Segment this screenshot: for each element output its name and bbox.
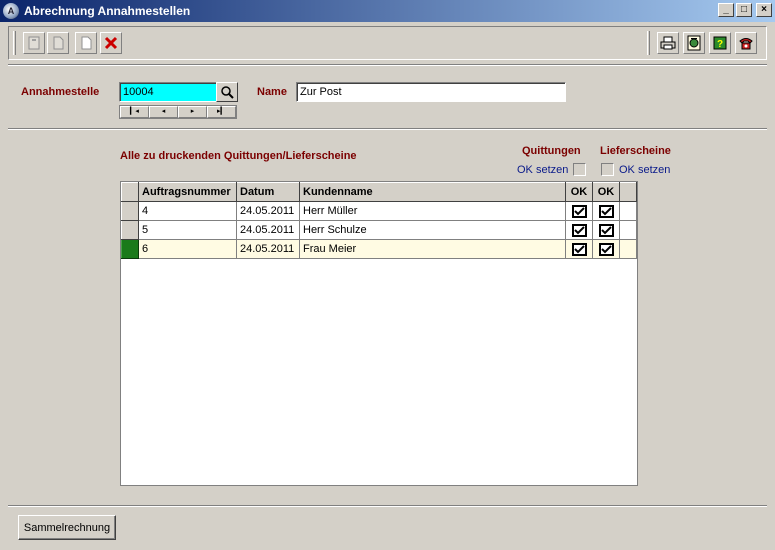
cell-kundenname[interactable]: Herr Schulze [299, 220, 566, 240]
toolbar: ? [8, 26, 767, 60]
search-icon [221, 86, 234, 99]
ok-quittung-checkbox[interactable] [571, 204, 587, 218]
annahmestelle-field[interactable]: 10004 [119, 82, 217, 102]
column-header-auftragsnummer[interactable]: Auftragsnummer [138, 182, 237, 202]
quittungen-ok-checkbox[interactable] [573, 163, 586, 176]
ok-lieferschein-checkbox[interactable] [598, 242, 614, 256]
separator-middle [8, 128, 767, 130]
ok-lieferschein-checkbox[interactable] [598, 223, 614, 237]
quittungen-ok-label: OK setzen [517, 164, 569, 176]
new-document-button[interactable] [23, 32, 45, 54]
help-button[interactable]: ? [709, 32, 731, 54]
printer-icon [660, 36, 676, 50]
cell-ok-quittung[interactable] [565, 239, 593, 259]
lieferscheine-label: Lieferscheine [600, 145, 671, 157]
delete-x-icon [104, 36, 118, 50]
sammelrechnung-button[interactable]: Sammelrechnung [18, 515, 116, 540]
column-header-kundenname[interactable]: Kundenname [299, 182, 566, 202]
cell-spacer [619, 201, 637, 221]
phone-icon [739, 38, 753, 50]
lieferscheine-ok-label: OK setzen [619, 164, 671, 176]
cell-ok-lieferschein[interactable] [592, 201, 620, 221]
help-icon: ? [713, 36, 727, 50]
annahmestelle-label: Annahmestelle [21, 86, 100, 98]
separator-bottom [8, 505, 767, 507]
ok-lieferschein-checkbox[interactable] [598, 204, 614, 218]
window-controls: _ □ × [718, 3, 772, 17]
maximize-button[interactable]: □ [736, 3, 752, 17]
copy-document-button[interactable] [47, 32, 69, 54]
cell-spacer [619, 239, 637, 259]
cell-spacer [619, 220, 637, 240]
cell-auftragsnummer[interactable]: 4 [138, 201, 237, 221]
table-header-row: Auftragsnummer Datum Kundenname OK OK [121, 182, 637, 202]
title-bar: A Abrechnung Annahmestellen _ □ × [0, 0, 775, 22]
lieferscheine-ok-checkbox[interactable] [601, 163, 614, 176]
nav-first-button[interactable]: ▎◂ [120, 106, 149, 118]
cell-datum[interactable]: 24.05.2011 [236, 201, 300, 221]
nav-next-button[interactable]: ▸ [178, 106, 207, 118]
close-window-button[interactable]: × [756, 3, 772, 17]
orders-table: Auftragsnummer Datum Kundenname OK OK 4 … [121, 182, 637, 259]
table-row[interactable]: 5 24.05.2011 Herr Schulze [121, 220, 637, 240]
annahmestelle-search-button[interactable] [216, 82, 238, 102]
minimize-button[interactable]: _ [718, 3, 734, 17]
print-button[interactable] [657, 32, 679, 54]
cell-ok-quittung[interactable] [565, 220, 593, 240]
toolbar-grip-right [647, 31, 650, 55]
separator-top [8, 64, 767, 66]
cell-auftragsnummer[interactable]: 5 [138, 220, 237, 240]
cell-auftragsnummer[interactable]: 6 [138, 239, 237, 259]
nav-prev-button[interactable]: ◂ [149, 106, 178, 118]
row-selector-active[interactable] [121, 239, 139, 259]
app-icon[interactable]: A [3, 3, 19, 19]
cell-ok-lieferschein[interactable] [592, 239, 620, 259]
new-document-icon [28, 36, 40, 50]
name-label: Name [257, 86, 287, 98]
section-heading: Alle zu druckenden Quittungen/Liefersche… [120, 150, 357, 162]
phone-button[interactable] [735, 32, 757, 54]
svg-text:?: ? [717, 39, 723, 50]
window-title: Abrechnung Annahmestellen [24, 4, 191, 18]
ok-quittung-checkbox[interactable] [571, 242, 587, 256]
row-selector[interactable] [121, 220, 139, 240]
orders-grid: Auftragsnummer Datum Kundenname OK OK 4 … [120, 181, 638, 486]
column-header-ok-quittung[interactable]: OK [565, 182, 593, 202]
table-row[interactable]: 4 24.05.2011 Herr Müller [121, 201, 637, 221]
cell-datum[interactable]: 24.05.2011 [236, 220, 300, 240]
report-button[interactable] [683, 32, 705, 54]
cell-datum[interactable]: 24.05.2011 [236, 239, 300, 259]
toolbar-grip [13, 31, 16, 55]
nav-last-button[interactable]: ▸▎ [207, 106, 236, 118]
column-header-ok-lieferschein[interactable]: OK [592, 182, 620, 202]
report-icon [687, 35, 701, 51]
cell-kundenname[interactable]: Herr Müller [299, 201, 566, 221]
column-header-spacer [619, 182, 637, 202]
name-field[interactable]: Zur Post [296, 82, 566, 102]
row-selector[interactable] [121, 201, 139, 221]
blank-document-button[interactable] [75, 32, 97, 54]
cell-ok-quittung[interactable] [565, 201, 593, 221]
table-row-selected[interactable]: 6 24.05.2011 Frau Meier [121, 239, 637, 259]
cell-ok-lieferschein[interactable] [592, 220, 620, 240]
column-header-datum[interactable]: Datum [236, 182, 300, 202]
record-navigator: ▎◂ ◂ ▸ ▸▎ [119, 105, 237, 119]
ok-quittung-checkbox[interactable] [571, 223, 587, 237]
blank-document-icon [81, 36, 92, 50]
cell-kundenname[interactable]: Frau Meier [299, 239, 566, 259]
row-header-corner [121, 182, 139, 202]
quittungen-label: Quittungen [522, 145, 581, 157]
copy-document-icon [53, 36, 64, 50]
delete-button[interactable] [100, 32, 122, 54]
